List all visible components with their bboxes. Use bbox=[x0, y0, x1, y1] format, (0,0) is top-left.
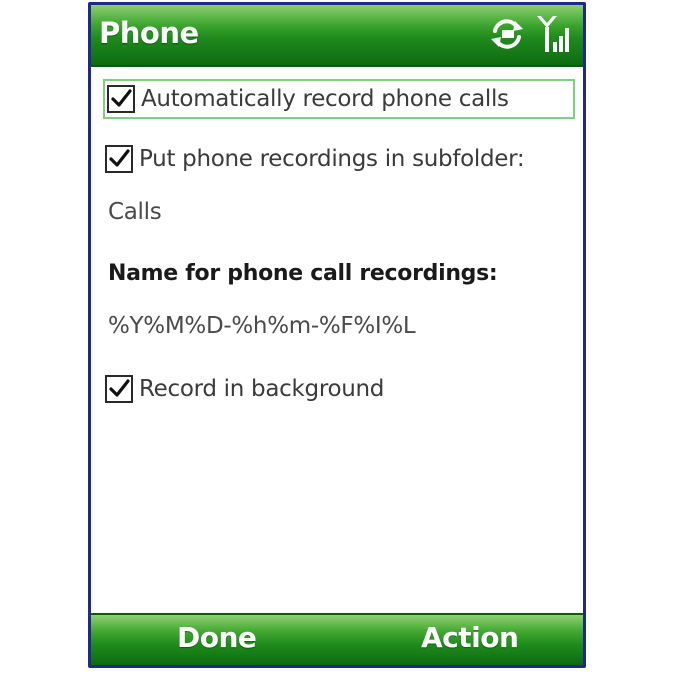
sync-icon[interactable] bbox=[485, 17, 529, 55]
subfolder-option[interactable]: Put phone recordings in subfolder: bbox=[105, 145, 573, 173]
softkey-bar: Done Action bbox=[91, 613, 583, 665]
title-bar: Phone bbox=[91, 5, 583, 67]
auto-record-option[interactable]: Automatically record phone calls bbox=[103, 79, 575, 119]
subfolder-checkbox[interactable] bbox=[105, 145, 133, 173]
checkmark-icon bbox=[111, 89, 132, 107]
recording-name-value[interactable]: %Y%M%D-%h%m-%F%I%L bbox=[108, 313, 416, 339]
background-record-option[interactable]: Record in background bbox=[105, 375, 573, 403]
auto-record-label: Automatically record phone calls bbox=[141, 86, 509, 112]
checkmark-icon bbox=[109, 149, 130, 167]
recording-name-heading: Name for phone call recordings: bbox=[108, 261, 498, 286]
window-title: Phone bbox=[99, 16, 199, 50]
subfolder-value[interactable]: Calls bbox=[108, 199, 162, 225]
background-record-checkbox[interactable] bbox=[105, 375, 133, 403]
signal-strength-icon[interactable] bbox=[535, 14, 575, 58]
checkmark-icon bbox=[109, 379, 130, 397]
done-softkey[interactable]: Done bbox=[177, 621, 257, 654]
auto-record-checkbox[interactable] bbox=[107, 85, 135, 113]
status-icons bbox=[485, 15, 575, 57]
background-record-label: Record in background bbox=[139, 376, 385, 402]
settings-content: Automatically record phone calls Put pho… bbox=[91, 67, 583, 622]
action-softkey[interactable]: Action bbox=[421, 621, 519, 654]
phone-screen: Phone Automatically record phone calls P… bbox=[88, 2, 586, 668]
subfolder-label: Put phone recordings in subfolder: bbox=[139, 146, 525, 172]
